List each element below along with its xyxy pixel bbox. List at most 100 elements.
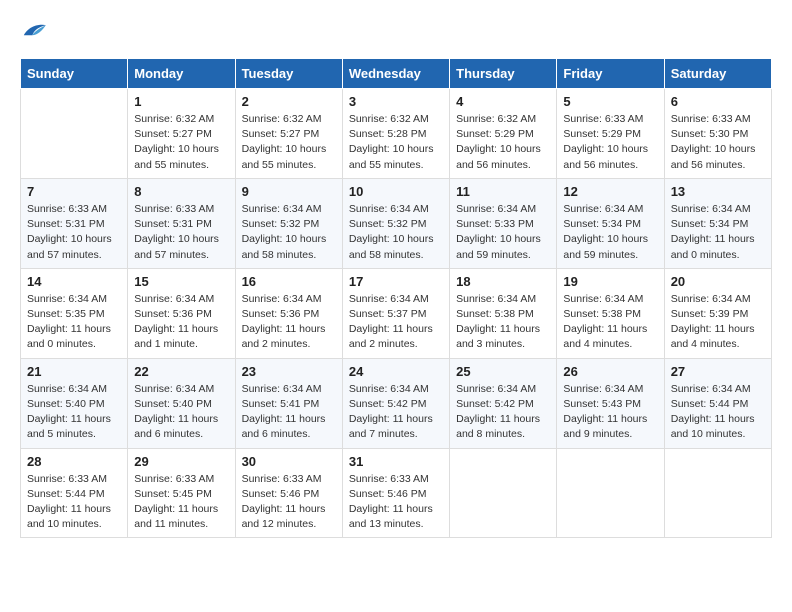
calendar-cell: 30Sunrise: 6:33 AMSunset: 5:46 PMDayligh…	[235, 448, 342, 538]
day-info: Sunrise: 6:34 AMSunset: 5:38 PMDaylight:…	[456, 292, 550, 353]
calendar-week-row: 28 Sunrise: 6:33 AMSunset: 5:44 PMDayligh…	[21, 448, 772, 538]
day-number: 27	[671, 364, 765, 379]
day-info: Sunrise: 6:34 AMSunset: 5:33 PMDaylight:…	[456, 202, 550, 263]
day-number: 8	[134, 184, 228, 199]
day-number: 24	[349, 364, 443, 379]
day-number: 31	[349, 454, 443, 469]
calendar-cell: 6 Sunrise: 6:33 AMSunset: 5:30 PMDaylight…	[664, 89, 771, 179]
day-number: 25	[456, 364, 550, 379]
calendar-cell	[557, 448, 664, 538]
calendar-cell: 9 Sunrise: 6:34 AMSunset: 5:32 PMDaylight…	[235, 178, 342, 268]
calendar-cell: 27 Sunrise: 6:34 AMSunset: 5:44 PMDayligh…	[664, 358, 771, 448]
day-number: 20	[671, 274, 765, 289]
day-number: 13	[671, 184, 765, 199]
col-header-tuesday: Tuesday	[235, 59, 342, 89]
calendar-cell: 10 Sunrise: 6:34 AMSunset: 5:32 PMDayligh…	[342, 178, 449, 268]
calendar-cell: 15Sunrise: 6:34 AMSunset: 5:36 PMDayligh…	[128, 268, 235, 358]
calendar-cell: 14 Sunrise: 6:34 AMSunset: 5:35 PMDayligh…	[21, 268, 128, 358]
day-info: Sunrise: 6:32 AMSunset: 5:28 PMDaylight:…	[349, 112, 443, 173]
day-number: 17	[349, 274, 443, 289]
calendar-cell: 29Sunrise: 6:33 AMSunset: 5:45 PMDayligh…	[128, 448, 235, 538]
calendar-cell: 26 Sunrise: 6:34 AMSunset: 5:43 PMDayligh…	[557, 358, 664, 448]
calendar-week-row: 14 Sunrise: 6:34 AMSunset: 5:35 PMDayligh…	[21, 268, 772, 358]
day-info: Sunrise: 6:34 AMSunset: 5:42 PMDaylight:…	[349, 382, 443, 443]
page-header	[20, 20, 772, 42]
day-number: 1	[134, 94, 228, 109]
day-info: Sunrise: 6:32 AMSunset: 5:27 PMDaylight:…	[134, 112, 228, 173]
day-info: Sunrise: 6:34 AMSunset: 5:38 PMDaylight:…	[563, 292, 657, 353]
day-info: Sunrise: 6:33 AMSunset: 5:31 PMDaylight:…	[27, 202, 121, 263]
day-number: 4	[456, 94, 550, 109]
day-info: Sunrise: 6:34 AMSunset: 5:40 PMDaylight:…	[27, 382, 121, 443]
day-number: 26	[563, 364, 657, 379]
calendar-header-row: SundayMondayTuesdayWednesdayThursdayFrid…	[21, 59, 772, 89]
calendar-week-row: 7 Sunrise: 6:33 AMSunset: 5:31 PMDaylight…	[21, 178, 772, 268]
calendar-cell: 13Sunrise: 6:34 AMSunset: 5:34 PMDayligh…	[664, 178, 771, 268]
day-info: Sunrise: 6:34 AMSunset: 5:39 PMDaylight:…	[671, 292, 765, 353]
day-number: 5	[563, 94, 657, 109]
col-header-saturday: Saturday	[664, 59, 771, 89]
day-info: Sunrise: 6:34 AMSunset: 5:32 PMDaylight:…	[242, 202, 336, 263]
calendar-cell: 11 Sunrise: 6:34 AMSunset: 5:33 PMDayligh…	[450, 178, 557, 268]
calendar-cell: 8 Sunrise: 6:33 AMSunset: 5:31 PMDaylight…	[128, 178, 235, 268]
calendar-cell: 31Sunrise: 6:33 AMSunset: 5:46 PMDayligh…	[342, 448, 449, 538]
day-info: Sunrise: 6:34 AMSunset: 5:44 PMDaylight:…	[671, 382, 765, 443]
col-header-thursday: Thursday	[450, 59, 557, 89]
day-info: Sunrise: 6:34 AMSunset: 5:43 PMDaylight:…	[563, 382, 657, 443]
calendar-week-row: 1 Sunrise: 6:32 AMSunset: 5:27 PMDaylight…	[21, 89, 772, 179]
day-number: 23	[242, 364, 336, 379]
calendar-cell: 18 Sunrise: 6:34 AMSunset: 5:38 PMDayligh…	[450, 268, 557, 358]
calendar-cell	[664, 448, 771, 538]
day-info: Sunrise: 6:33 AMSunset: 5:30 PMDaylight:…	[671, 112, 765, 173]
day-info: Sunrise: 6:34 AMSunset: 5:34 PMDaylight:…	[563, 202, 657, 263]
calendar-cell: 24 Sunrise: 6:34 AMSunset: 5:42 PMDayligh…	[342, 358, 449, 448]
day-number: 19	[563, 274, 657, 289]
calendar-cell	[21, 89, 128, 179]
day-number: 9	[242, 184, 336, 199]
calendar-cell	[450, 448, 557, 538]
col-header-friday: Friday	[557, 59, 664, 89]
calendar-table: SundayMondayTuesdayWednesdayThursdayFrid…	[20, 58, 772, 538]
day-info: Sunrise: 6:34 AMSunset: 5:41 PMDaylight:…	[242, 382, 336, 443]
day-info: Sunrise: 6:34 AMSunset: 5:35 PMDaylight:…	[27, 292, 121, 353]
calendar-cell: 17 Sunrise: 6:34 AMSunset: 5:37 PMDayligh…	[342, 268, 449, 358]
day-number: 7	[27, 184, 121, 199]
day-number: 22	[134, 364, 228, 379]
calendar-cell: 3 Sunrise: 6:32 AMSunset: 5:28 PMDaylight…	[342, 89, 449, 179]
day-info: Sunrise: 6:34 AMSunset: 5:36 PMDaylight:…	[134, 292, 228, 353]
calendar-cell: 12 Sunrise: 6:34 AMSunset: 5:34 PMDayligh…	[557, 178, 664, 268]
day-number: 3	[349, 94, 443, 109]
logo-bird-icon	[20, 20, 48, 42]
calendar-cell: 20 Sunrise: 6:34 AMSunset: 5:39 PMDayligh…	[664, 268, 771, 358]
col-header-wednesday: Wednesday	[342, 59, 449, 89]
logo	[20, 20, 52, 42]
calendar-cell: 22Sunrise: 6:34 AMSunset: 5:40 PMDayligh…	[128, 358, 235, 448]
day-info: Sunrise: 6:34 AMSunset: 5:32 PMDaylight:…	[349, 202, 443, 263]
day-info: Sunrise: 6:33 AMSunset: 5:29 PMDaylight:…	[563, 112, 657, 173]
day-info: Sunrise: 6:34 AMSunset: 5:37 PMDaylight:…	[349, 292, 443, 353]
day-number: 10	[349, 184, 443, 199]
day-info: Sunrise: 6:34 AMSunset: 5:36 PMDaylight:…	[242, 292, 336, 353]
day-info: Sunrise: 6:34 AMSunset: 5:42 PMDaylight:…	[456, 382, 550, 443]
day-number: 30	[242, 454, 336, 469]
day-info: Sunrise: 6:33 AMSunset: 5:31 PMDaylight:…	[134, 202, 228, 263]
day-number: 6	[671, 94, 765, 109]
day-info: Sunrise: 6:32 AMSunset: 5:27 PMDaylight:…	[242, 112, 336, 173]
day-number: 18	[456, 274, 550, 289]
col-header-sunday: Sunday	[21, 59, 128, 89]
day-number: 14	[27, 274, 121, 289]
calendar-cell: 23 Sunrise: 6:34 AMSunset: 5:41 PMDayligh…	[235, 358, 342, 448]
day-info: Sunrise: 6:32 AMSunset: 5:29 PMDaylight:…	[456, 112, 550, 173]
day-number: 28	[27, 454, 121, 469]
calendar-cell: 16Sunrise: 6:34 AMSunset: 5:36 PMDayligh…	[235, 268, 342, 358]
day-number: 21	[27, 364, 121, 379]
calendar-cell: 1 Sunrise: 6:32 AMSunset: 5:27 PMDaylight…	[128, 89, 235, 179]
calendar-cell: 21 Sunrise: 6:34 AMSunset: 5:40 PMDayligh…	[21, 358, 128, 448]
calendar-cell: 28 Sunrise: 6:33 AMSunset: 5:44 PMDayligh…	[21, 448, 128, 538]
calendar-week-row: 21 Sunrise: 6:34 AMSunset: 5:40 PMDayligh…	[21, 358, 772, 448]
day-number: 11	[456, 184, 550, 199]
calendar-cell: 4 Sunrise: 6:32 AMSunset: 5:29 PMDaylight…	[450, 89, 557, 179]
day-info: Sunrise: 6:33 AMSunset: 5:44 PMDaylight:…	[27, 472, 121, 533]
day-number: 12	[563, 184, 657, 199]
calendar-cell: 19 Sunrise: 6:34 AMSunset: 5:38 PMDayligh…	[557, 268, 664, 358]
